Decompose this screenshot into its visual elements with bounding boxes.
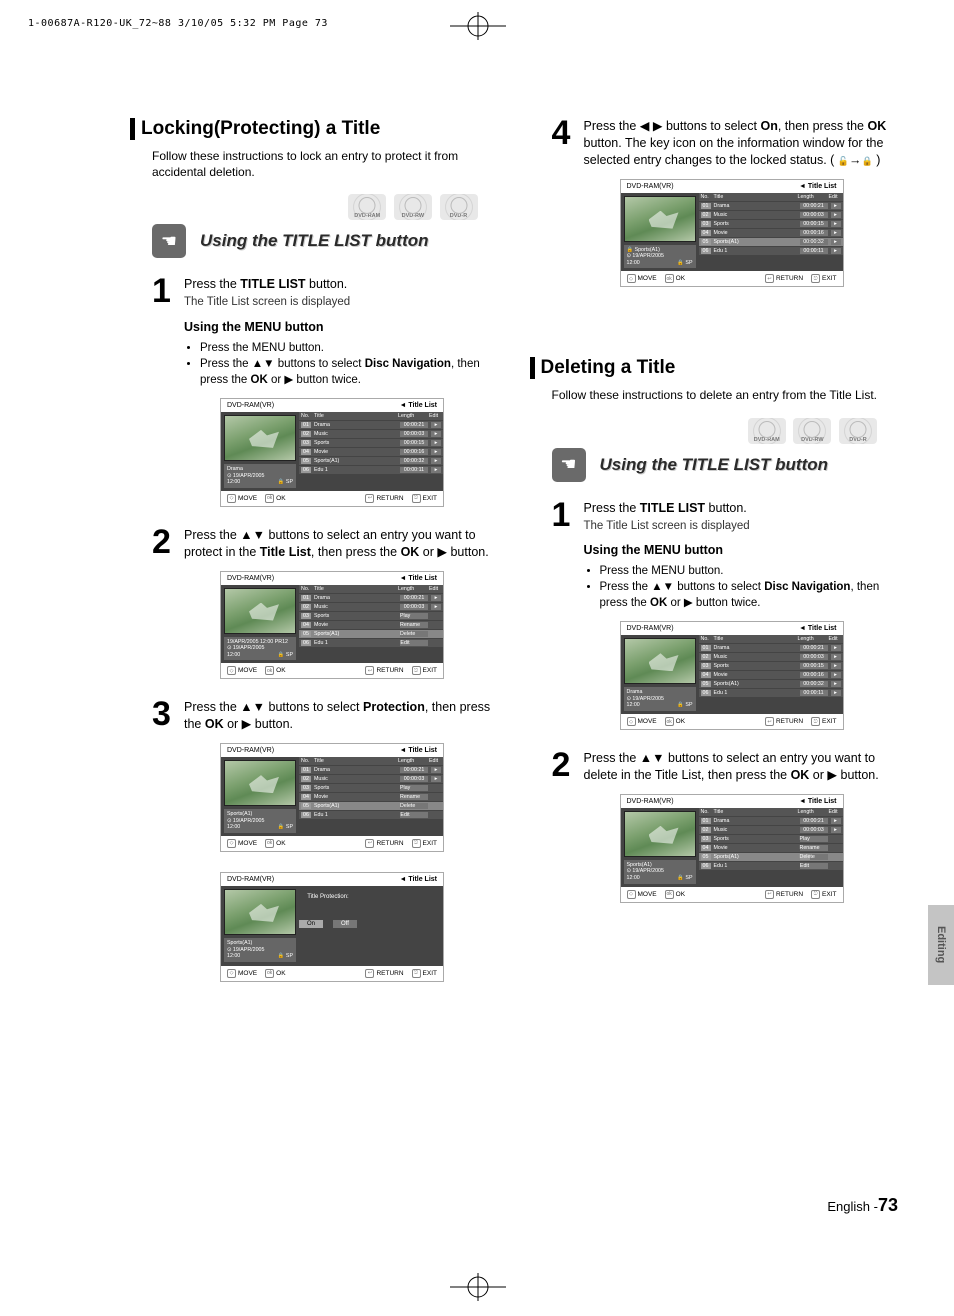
del-step-1-body: Press the TITLE LIST button. The Title L… [584, 500, 900, 612]
right-column: 4 Press the ◀ ▶ buttons to select On, th… [530, 118, 900, 1002]
step-3-num: 3 [152, 699, 178, 733]
screen-step3a: DVD-RAM(VR)Title List Sports(A1) ⊙ 19/AP… [220, 743, 444, 852]
step-2-num: 2 [152, 527, 178, 561]
disc-rw-icon: DVD-RW [394, 194, 432, 220]
page-footer: English -73 [827, 1195, 898, 1216]
menu-bullet-2: Press the ▲▼ buttons to select Disc Navi… [200, 356, 500, 388]
del-step-2-num: 2 [552, 750, 578, 784]
disc-row: DVD-RAM DVD-RW DVD-R [130, 194, 478, 220]
step-2-body: Press the ▲▼ buttons to select an entry … [184, 527, 500, 561]
disc-ram-icon: DVD-RAM [748, 418, 786, 444]
menu-bullet-2b: Press the ▲▼ buttons to select Disc Navi… [600, 579, 900, 611]
screen-step4: DVD-RAM(VR)Title List 🔒 Sports(A1) ⊙ 19/… [620, 179, 844, 288]
left-column: Locking(Protecting) a Title Follow these… [130, 118, 500, 1002]
delete-section-title: Deleting a Title [530, 357, 900, 379]
cropmark-bottom-icon [438, 1273, 518, 1304]
disc-row-2: DVD-RAM DVD-RW DVD-R [530, 418, 878, 444]
del-step-2-body: Press the ▲▼ buttons to select an entry … [584, 750, 900, 784]
unlock-icon: 🔓 [838, 156, 849, 166]
menu-bullet-1b: Press the MENU button. [600, 563, 900, 579]
lock-intro: Follow these instructions to lock an ent… [152, 148, 500, 180]
screen-del-2: DVD-RAM(VR)Title List Sports(A1) ⊙ 19/AP… [620, 794, 844, 903]
screen-step3b: DVD-RAM(VR)Title List Sports(A1) ⊙ 19/AP… [220, 872, 444, 982]
step-4-num: 4 [552, 118, 578, 169]
screen-del-1: DVD-RAM(VR)Title List Drama ⊙ 19/APR/200… [620, 621, 844, 730]
screen-step2: DVD-RAM(VR)Title List 19/APR/2005 12:00 … [220, 571, 444, 680]
lock-section-title: Locking(Protecting) a Title [130, 118, 500, 140]
delete-intro: Follow these instructions to delete an e… [552, 387, 900, 403]
del-step-1-num: 1 [552, 500, 578, 612]
using-heading: Using the TITLE LIST button [200, 231, 429, 251]
step-1-body: Press the TITLE LIST button. The Title L… [184, 276, 500, 388]
side-tab: Editing [928, 905, 954, 985]
print-header: 1-00687A-R120-UK_72~88 3/10/05 5:32 PM P… [28, 18, 328, 29]
step-1-num: 1 [152, 276, 178, 388]
menu-heading: Using the MENU button [184, 319, 500, 336]
using-heading-2: Using the TITLE LIST button [600, 455, 829, 475]
step-4-body: Press the ◀ ▶ buttons to select On, then… [584, 118, 900, 169]
disc-ram-icon: DVD-RAM [348, 194, 386, 220]
menu-heading-2: Using the MENU button [584, 542, 900, 559]
hand-icon: ☚ [552, 448, 586, 482]
disc-r-icon: DVD-R [440, 194, 478, 220]
step-3-body: Press the ▲▼ buttons to select Protectio… [184, 699, 500, 733]
menu-bullet-1: Press the MENU button. [200, 340, 500, 356]
hand-icon: ☚ [152, 224, 186, 258]
disc-rw-icon: DVD-RW [793, 418, 831, 444]
cropmark-top-icon [438, 12, 518, 43]
disc-r-icon: DVD-R [839, 418, 877, 444]
screen-step1: DVD-RAM(VR)Title List Drama ⊙ 19/APR/200… [220, 398, 444, 507]
lock-icon: 🔒 [862, 156, 873, 166]
